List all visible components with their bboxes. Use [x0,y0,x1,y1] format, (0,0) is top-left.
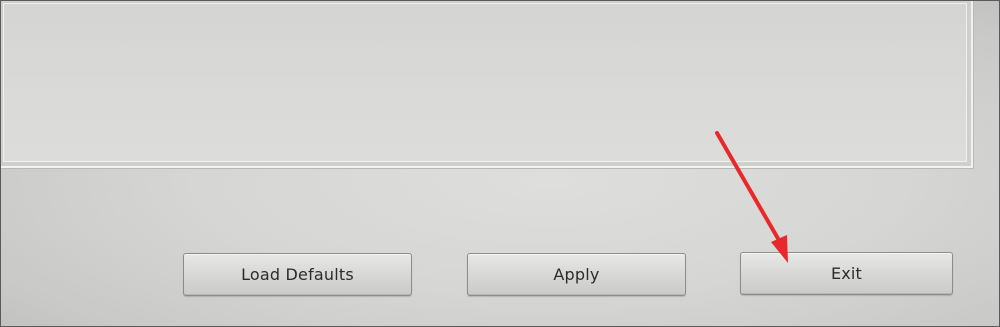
load-defaults-button[interactable]: Load Defaults [183,253,412,296]
bios-screen: Load Defaults Apply Exit [0,0,1000,327]
content-panel [1,1,973,168]
apply-button[interactable]: Apply [467,253,686,296]
exit-button[interactable]: Exit [740,252,953,295]
